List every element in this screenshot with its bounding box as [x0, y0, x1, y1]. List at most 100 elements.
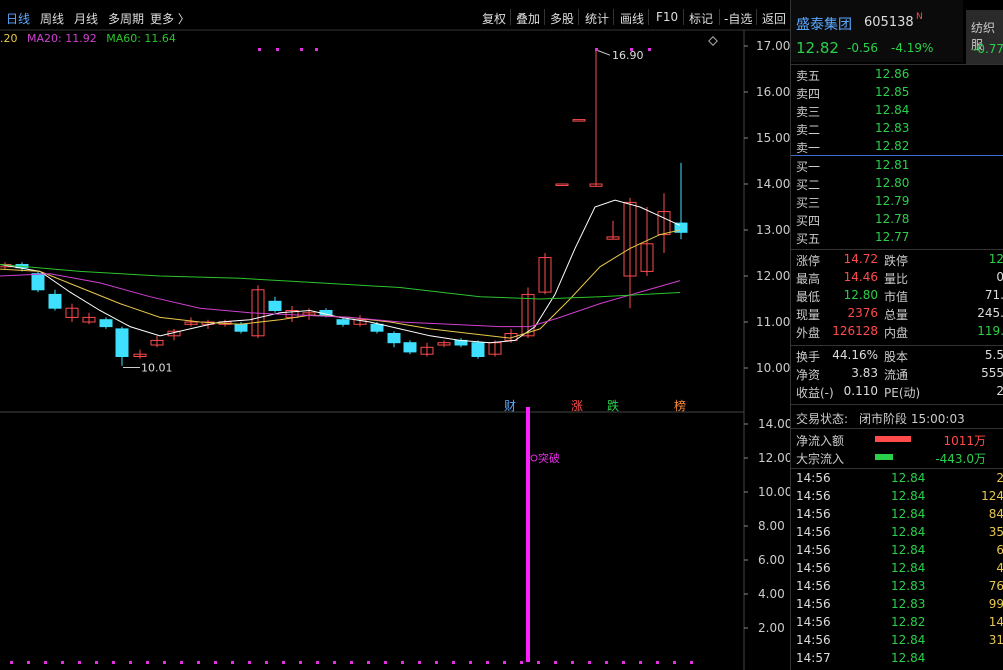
ask-row[interactable]: 卖三 12.84 — [791, 103, 1003, 121]
period-monthly[interactable]: 月线 — [74, 10, 98, 27]
stock-code: 605138 — [864, 15, 914, 30]
ask-row[interactable]: 卖四 12.85 — [791, 85, 1003, 103]
tick-row: 14:57 12.84 — [791, 651, 1003, 669]
tick-volume: 6 — [996, 543, 1003, 557]
last-price: 12.82 — [796, 39, 839, 57]
signal-dot — [300, 48, 303, 51]
tick-row: 14:56 12.84 124 — [791, 489, 1003, 507]
trade-status-value: 闭市阶段 15:00:03 — [859, 412, 965, 426]
stat-value: 12.80 — [843, 288, 878, 302]
statistics-button[interactable]: 统计 — [585, 10, 609, 27]
stat-value: 14.46 — [843, 270, 878, 284]
signal-dot — [384, 661, 387, 664]
stat-label: 股本 — [884, 350, 909, 364]
bid-row[interactable]: 买四 12.78 — [791, 212, 1003, 230]
breakout-bar — [526, 407, 530, 662]
high-annotation: 16.90 — [612, 49, 644, 62]
watchlist-button[interactable]: -自选 — [724, 10, 752, 27]
ma20-label: MA20: 11.92 — [27, 32, 97, 45]
period-daily[interactable]: 日线 — [6, 10, 30, 27]
signal-dot — [197, 661, 200, 664]
bid-price: 12.81 — [875, 158, 910, 172]
signal-dot — [571, 661, 574, 664]
event-label[interactable]: 涨 — [571, 398, 583, 413]
multi-stock-button[interactable]: 多股 — [550, 10, 574, 27]
tick-volume: 99 — [988, 597, 1003, 611]
stat-value: 2 — [996, 384, 1003, 398]
bid-row[interactable]: 买一 12.81 — [791, 158, 1003, 176]
bid-label: 买一 — [796, 160, 821, 174]
ask-row[interactable]: 卖五 12.86 — [791, 67, 1003, 85]
stock-name[interactable]: 盛泰集团 — [796, 14, 852, 34]
sub-y-tick-label: 12.00 — [758, 451, 790, 465]
draw-line-button[interactable]: 画线 — [620, 10, 644, 27]
kline-svg[interactable]: 17.00 16.00 15.00 14.00 13.00 12.00 11.00 10.00… — [0, 0, 790, 670]
signal-dot — [146, 661, 149, 664]
bid-row[interactable]: 买三 12.79 — [791, 194, 1003, 212]
tick-volume: 14 — [988, 615, 1003, 629]
candle-up — [572, 119, 586, 122]
price-change-pct: -4.19% — [891, 41, 934, 55]
fund-flow-value: 1011万 — [943, 434, 986, 448]
stat-value: 0.110 — [843, 384, 878, 398]
signal-dot — [112, 661, 115, 664]
tick-row: 14:56 12.84 35 — [791, 525, 1003, 543]
ask-label: 卖一 — [796, 141, 821, 155]
period-weekly[interactable]: 周线 — [40, 10, 64, 27]
stat-row: 外盘 126128 内盘 119. — [791, 324, 1003, 342]
stat-value: 12 — [988, 252, 1003, 266]
stat-value: 2376 — [847, 306, 878, 320]
ask-row[interactable]: 卖二 12.83 — [791, 121, 1003, 139]
tick-volume: 84 — [988, 507, 1003, 521]
mark-button[interactable]: 标记 — [689, 10, 713, 27]
signal-dot — [648, 48, 651, 51]
breakout-dot — [530, 454, 538, 462]
ask-price: 12.82 — [875, 139, 910, 153]
event-label[interactable]: 跌 — [607, 398, 619, 413]
overlay-button[interactable]: 叠加 — [516, 10, 540, 27]
stat-row: 现量 2376 总量 245. — [791, 306, 1003, 324]
event-label[interactable]: 榜 — [674, 398, 686, 413]
tick-time: 14:56 — [796, 561, 831, 575]
bid-row[interactable]: 买五 12.77 — [791, 230, 1003, 248]
tick-price: 12.83 — [891, 597, 926, 611]
ma-legend: .20 MA20: 11.92 MA60: 11.64 — [0, 32, 182, 45]
sub-y-tick-label: 8.00 — [758, 519, 785, 533]
event-label[interactable]: 财 — [504, 399, 516, 413]
back-button[interactable]: 返回 — [762, 10, 786, 27]
kline-chart-area[interactable]: 17.00 16.00 15.00 14.00 13.00 12.00 11.00 10.00… — [0, 0, 790, 670]
y-tick-label: 17.00 — [756, 39, 790, 53]
signal-dot — [333, 661, 336, 664]
signal-dot — [258, 48, 261, 51]
stat-value: 3.83 — [851, 366, 878, 380]
period-more[interactable]: 更多 〉 — [150, 10, 190, 27]
candle-down — [234, 323, 248, 332]
price-change: -0.56 — [847, 41, 879, 55]
candle-down — [471, 342, 485, 358]
fund-flow-label: 大宗流入 — [796, 452, 845, 466]
f10-button[interactable]: F10 — [656, 10, 678, 24]
signal-dot — [214, 661, 217, 664]
tick-row: 14:56 12.84 31 — [791, 633, 1003, 651]
y-tick-label: 11.00 — [756, 315, 790, 329]
bid-price: 12.80 — [875, 176, 910, 190]
signal-dot — [276, 48, 279, 51]
breakout-label: 突破 — [538, 451, 560, 465]
ask-price: 12.86 — [875, 67, 910, 81]
tick-row: 14:56 12.83 99 — [791, 597, 1003, 615]
tick-time: 14:56 — [796, 543, 831, 557]
settings-diamond-icon[interactable] — [708, 36, 718, 46]
fund-flow-row: 净流入额 1011万 — [791, 432, 1003, 450]
signal-dot — [486, 661, 489, 664]
candle-down — [31, 273, 45, 291]
tick-time: 14:56 — [796, 615, 831, 629]
bid-row[interactable]: 买二 12.80 — [791, 176, 1003, 194]
tick-row: 14:56 12.84 6 — [791, 543, 1003, 561]
low-annotation: 10.01 — [141, 362, 173, 375]
signal-dot — [367, 661, 370, 664]
candle-down — [268, 300, 282, 311]
period-multi[interactable]: 多周期 — [108, 10, 144, 27]
signal-dot — [639, 661, 642, 664]
restore-rights-button[interactable]: 复权 — [482, 10, 506, 27]
trade-status-label: 交易状态: — [796, 412, 849, 426]
